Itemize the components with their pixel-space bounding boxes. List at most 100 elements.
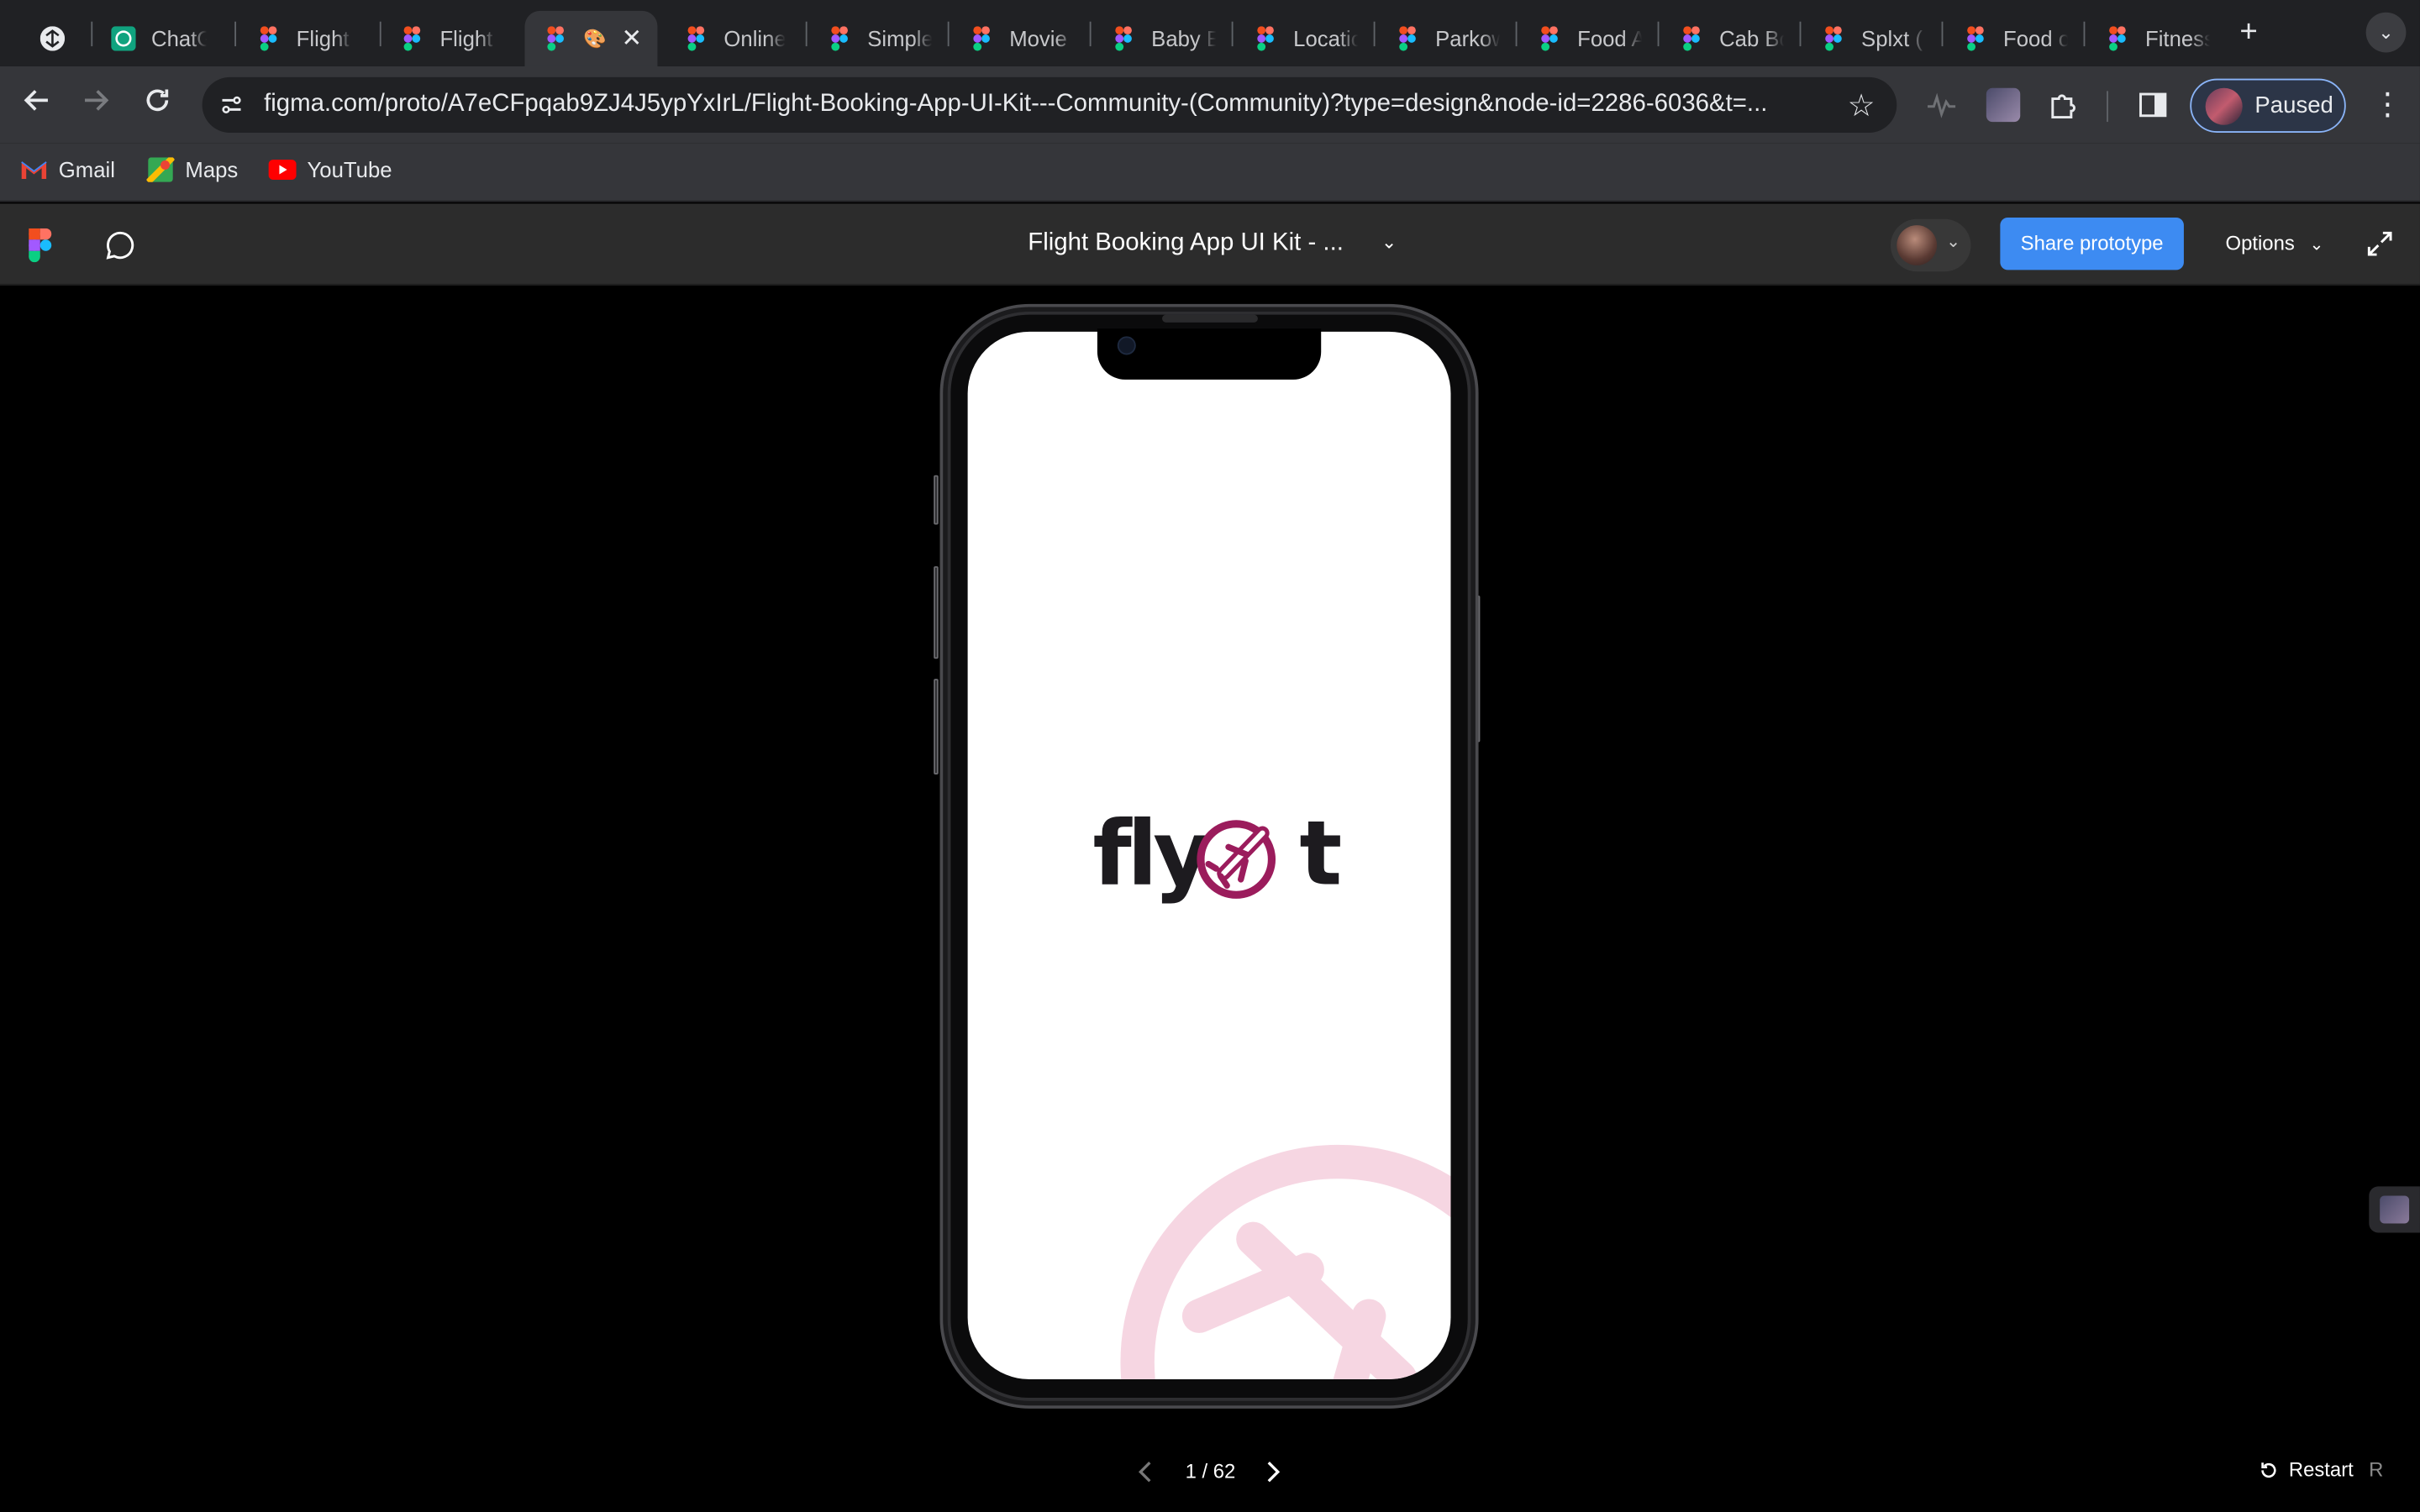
figma-icon [1825,26,1842,51]
tab-active-prototype[interactable]: 🎨 ✕ [524,10,658,66]
figma-icon [1115,26,1132,51]
site-settings-icon[interactable] [218,91,245,118]
bookmarks-bar: Gmail Maps YouTube [0,143,2420,202]
figma-icon [1683,26,1700,51]
logo-text-left: fly [1092,801,1211,906]
tab-title: Flight Booking [439,26,495,51]
restart-shortcut-key: R [2369,1457,2384,1482]
toolbar-divider [2107,91,2108,123]
avatar [1897,225,1938,265]
viewer-avatar-menu[interactable]: ⌄ [1890,218,1971,272]
address-bar[interactable]: figma.com/proto/A7eCFpqab9ZJ4J5ypYxIrL/F… [202,76,1897,133]
tab-chatgpt[interactable]: ChatGPT [92,11,231,66]
phone-mute-switch [934,475,939,525]
next-frame-chevron-icon[interactable] [1262,1458,1284,1486]
bookmark-star-icon[interactable]: ☆ [1848,87,1876,125]
figma-logo-icon[interactable] [28,228,52,263]
phone-notch [1097,328,1322,380]
bookmark-gmail[interactable]: Gmail [20,157,115,182]
options-label: Options [2225,231,2295,255]
plane-watermark-icon [1120,1144,1451,1380]
tab-fitness[interactable]: Fitness [2086,11,2225,66]
youtube-icon [268,160,297,180]
profile-paused-button[interactable]: Paused [2190,78,2346,133]
tab-flight-booking-1[interactable]: Flight Booking [238,11,376,66]
new-tab-plus-icon[interactable]: + [2232,15,2265,49]
tab-title: Parkow [1435,26,1500,51]
extension-icon[interactable] [1986,87,2021,123]
bookmark-label: YouTube [307,157,392,182]
tab-separator [1657,21,1660,47]
plane-logo-icon [1197,820,1276,899]
tab-separator [947,21,950,47]
tab-separator [1515,21,1518,47]
phone-volume-down [934,679,939,775]
floating-extension-widget[interactable] [2369,1186,2420,1233]
tab-online[interactable]: Online [666,11,804,66]
previous-frame-chevron-icon[interactable] [1134,1458,1156,1486]
close-icon[interactable]: ✕ [621,24,642,55]
figma-icon [687,26,705,51]
tab-title: Flight Booking [296,26,352,51]
url-text: figma.com/proto/A7eCFpqab9ZJ4J5ypYxIrL/F… [264,91,1768,118]
tab-separator [805,21,808,47]
tab-parkow[interactable]: Parkow [1376,11,1515,66]
tab-cab[interactable]: Cab Bo [1660,11,1799,66]
maps-icon [146,157,175,182]
tab-flight-booking-2[interactable]: Flight Booking [381,11,520,66]
file-title[interactable]: Flight Booking App UI Kit - ... [1028,230,1344,258]
tab-perplexity[interactable] [22,11,87,66]
tab-title: Food A [1577,26,1643,51]
bookmark-youtube[interactable]: YouTube [268,157,392,182]
tab-title: Online [723,26,786,51]
phone-volume-up [934,566,939,659]
tab-separator [2083,21,2086,47]
tab-food-a[interactable]: Food A [1518,11,1657,66]
tab-title: Food o [2003,26,2069,51]
more-menu-icon[interactable]: ⋮ [2372,88,2403,122]
tab-separator [1373,21,1376,47]
tab-separator [1089,21,1092,47]
tab-separator [1799,21,1802,47]
avatar [2205,87,2243,124]
audio-wave-icon[interactable] [1924,88,1958,122]
tab-title: Cab Bo [1719,26,1784,51]
back-arrow-icon[interactable] [17,85,57,125]
tab-splxt[interactable]: Splxt ( [1802,11,1941,66]
tab-food-o[interactable]: Food o [1944,11,2083,66]
figma-icon [1257,26,1274,51]
tab-search-chevron-icon[interactable]: ⌄ [2365,12,2407,53]
restart-label: Restart [2288,1457,2354,1482]
tab-title: Splxt ( [1861,26,1923,51]
restart-button[interactable]: Restart R [2258,1457,2384,1482]
options-menu[interactable]: Options ⌄ [2226,232,2324,255]
tab-location[interactable]: Locatio [1234,11,1373,66]
bookmark-maps[interactable]: Maps [146,157,238,182]
restart-icon [2261,1462,2276,1478]
tab-title: 🎨 [583,28,607,50]
phone-camera [1117,336,1136,355]
tab-title: ChatGPT [150,26,207,51]
side-panel-icon[interactable] [2136,88,2170,122]
tab-baby[interactable]: Baby E [1092,11,1231,66]
puzzle-extensions-icon[interactable] [2046,88,2080,122]
tab-movie[interactable]: Movie [950,11,1089,66]
reload-icon[interactable] [137,85,177,125]
fullscreen-expand-icon[interactable] [2365,228,2396,260]
share-prototype-button[interactable]: Share prototype [2000,217,2184,270]
tab-title: Movie [1009,26,1067,51]
figma-icon [547,26,565,51]
figma-icon [973,26,990,51]
gmail-icon [21,161,47,180]
frame-counter: 1 / 62 [1185,1459,1236,1483]
tab-title: Fitness [2145,26,2211,51]
tab-simple[interactable]: Simple [808,11,947,66]
chatgpt-icon [111,26,136,51]
comment-icon[interactable] [103,228,137,262]
tab-title: Baby E [1151,26,1217,51]
figma-icon [260,26,277,51]
figma-icon [403,26,421,51]
browser-toolbar: figma.com/proto/A7eCFpqab9ZJ4J5ypYxIrL/F… [0,66,2420,144]
chevron-down-icon[interactable]: ⌄ [1381,232,1397,254]
forward-arrow-icon[interactable] [76,85,116,125]
